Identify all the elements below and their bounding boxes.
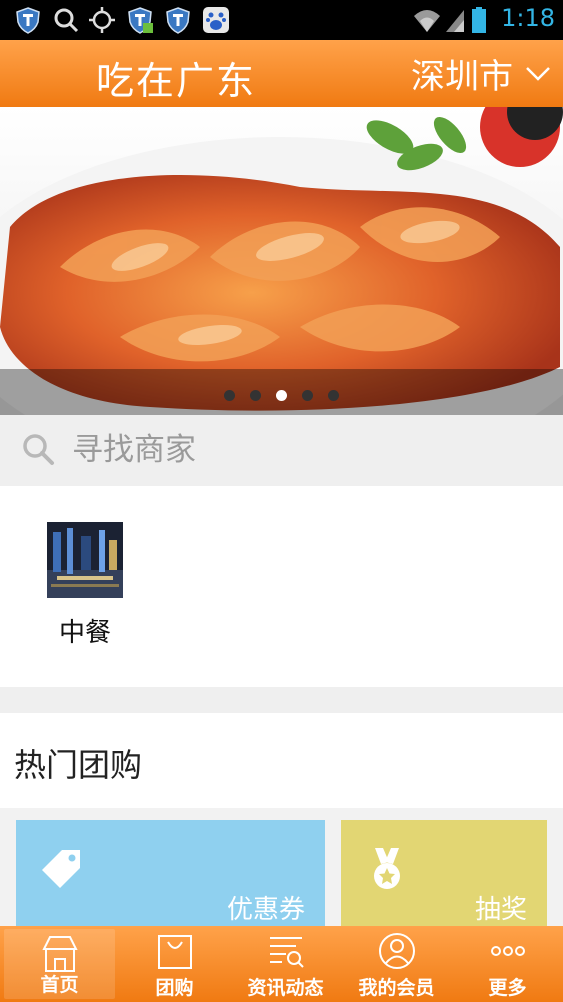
coupon-label: 优惠券: [226, 895, 305, 925]
banner-image: [0, 107, 563, 415]
search-input[interactable]: [72, 429, 532, 471]
nav-label: 更多: [488, 977, 527, 999]
carousel-dot[interactable]: [328, 390, 339, 401]
city-selector[interactable]: 深圳市: [411, 50, 551, 97]
shield-icon: [128, 7, 153, 34]
category-grid: 中餐: [0, 486, 563, 687]
chevron-down-icon: [526, 67, 550, 81]
home-icon: [41, 936, 78, 972]
baidu-icon: [203, 7, 229, 33]
medal-icon: [374, 848, 400, 889]
shield-icon: [166, 7, 190, 34]
hot-deals-list: 优惠券 抽奖: [0, 808, 563, 928]
carousel-dots: [0, 390, 563, 401]
gps-icon: [89, 7, 115, 33]
nav-label: 团购: [155, 977, 194, 999]
coupon-card[interactable]: 优惠券: [16, 820, 325, 928]
carousel-dot[interactable]: [276, 390, 287, 401]
category-thumbnail: [47, 522, 123, 598]
banner-carousel[interactable]: [0, 107, 563, 415]
lottery-card[interactable]: 抽奖: [341, 820, 547, 928]
carousel-dot[interactable]: [302, 390, 313, 401]
carousel-dot[interactable]: [224, 390, 235, 401]
category-label: 中餐: [58, 618, 111, 648]
search-icon: [54, 8, 79, 33]
nav-item-group-buy[interactable]: 团购: [119, 926, 230, 1002]
nav-label: 首页: [40, 974, 79, 996]
signal-icon: [446, 10, 464, 32]
battery-icon: [472, 7, 486, 33]
wifi-icon: [414, 10, 440, 32]
nav-label: 我的会员: [358, 977, 435, 999]
user-icon: [378, 933, 415, 969]
carousel-dot[interactable]: [250, 390, 261, 401]
bag-icon: [157, 935, 192, 969]
status-bar: 1:18: [0, 0, 563, 40]
nav-item-home[interactable]: 首页: [4, 929, 115, 999]
search-icon: [23, 434, 54, 465]
shield-icon: [16, 7, 40, 34]
section-divider: [0, 687, 563, 713]
news-icon: [269, 937, 304, 968]
nav-label: 资讯动态: [247, 977, 324, 999]
section-title-hot-deals: 热门团购: [14, 746, 143, 784]
nav-item-membership[interactable]: 我的会员: [341, 926, 452, 1002]
app-header: 吃在广东 深圳市: [0, 40, 563, 107]
more-icon: [490, 946, 525, 956]
tag-icon: [42, 850, 80, 888]
search-bar[interactable]: [0, 415, 563, 486]
app-title: 吃在广东: [96, 59, 257, 103]
city-name: 深圳市: [411, 56, 513, 97]
nav-item-more[interactable]: 更多: [452, 926, 563, 1002]
category-item-chinese[interactable]: 中餐: [40, 522, 130, 649]
nav-item-news[interactable]: 资讯动态: [230, 926, 341, 1002]
status-time: 1:18: [501, 4, 555, 32]
bottom-nav: 首页 团购 资讯动态 我的会员 更多: [0, 926, 563, 1002]
lottery-label: 抽奖: [474, 895, 527, 925]
